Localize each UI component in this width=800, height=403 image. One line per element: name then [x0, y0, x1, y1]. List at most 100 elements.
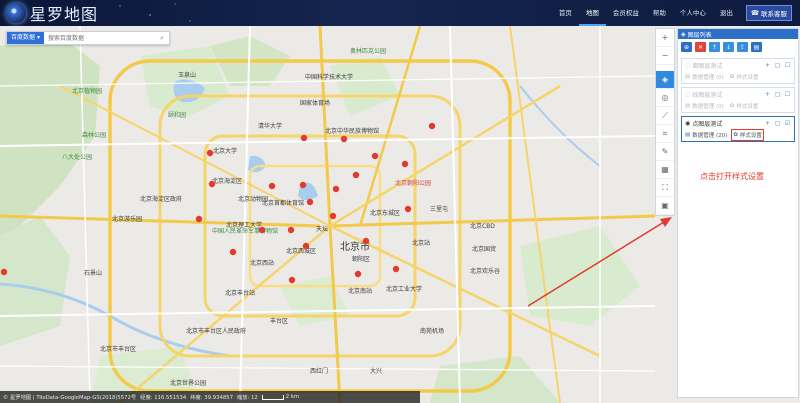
- layer-row: ◌ 面图层测试 + ▢ ☐: [682, 59, 794, 71]
- zoom-out-icon[interactable]: −: [656, 47, 674, 65]
- map-status-bar: © 星罗地图 | TileData-GoogleMap-GS(2018)5572…: [0, 391, 420, 403]
- map-point-marker: [306, 198, 314, 206]
- move-up-icon[interactable]: ↑: [709, 42, 720, 52]
- table-view-icon[interactable]: ▤: [751, 42, 762, 52]
- edit-icon[interactable]: ▢: [774, 91, 781, 98]
- search-input[interactable]: [44, 32, 155, 44]
- add-feature-icon[interactable]: +: [764, 62, 771, 69]
- map-point-marker: [392, 265, 400, 273]
- visibility-toggle-icon[interactable]: ◌: [685, 91, 690, 98]
- screenshot-icon[interactable]: ▣: [656, 197, 674, 215]
- data-management-label: 数据管理 (0): [692, 104, 724, 110]
- edit-icon[interactable]: ▢: [774, 120, 781, 127]
- map-point-marker: [299, 181, 307, 189]
- map-point-marker: [404, 205, 412, 213]
- table-icon: ▤: [685, 132, 691, 138]
- map-point-marker: [288, 276, 296, 284]
- map-point-marker: [329, 212, 337, 220]
- import-icon[interactable]: ⇪: [737, 42, 748, 52]
- map-point-marker: [208, 180, 216, 188]
- scale-bar: 2 km: [261, 394, 300, 400]
- nav-map[interactable]: 地图: [578, 0, 606, 26]
- scale-label: 2 km: [285, 394, 300, 400]
- add-feature-icon[interactable]: +: [764, 91, 771, 98]
- layer-item-polygon[interactable]: ◌ 面图层测试 + ▢ ☐ ▤ 数据管理 (0) ✿ 样式设置: [681, 58, 795, 84]
- map-point-marker: [362, 237, 370, 245]
- map-point-marker: [371, 152, 379, 160]
- add-layer-icon[interactable]: ⊕: [681, 42, 692, 52]
- map-point-marker: [195, 215, 203, 223]
- panel-toolbar: ⊕ ✕ ↑ ↓ ⇪ ▤: [678, 39, 798, 55]
- layer-name: 点图层测试: [692, 120, 723, 128]
- zoom-in-icon[interactable]: +: [656, 29, 674, 47]
- top-navigation-bar: 星罗地图 首页 地图 会员权益 帮助 个人中心 退出 ☎ 联系客服: [0, 0, 800, 26]
- palette-icon: ✿: [729, 103, 735, 109]
- data-source-dropdown[interactable]: 百度数据 ▾: [7, 32, 45, 44]
- style-settings-button[interactable]: ✿ 样式设置: [730, 73, 759, 81]
- select-checkbox-icon[interactable]: ☐: [784, 91, 791, 98]
- eye-icon[interactable]: ◉: [685, 120, 690, 127]
- locate-icon[interactable]: ◎: [656, 89, 674, 107]
- annotation-arrow-head: [660, 217, 672, 227]
- panel-header: ◈ 图层列表: [678, 29, 798, 39]
- map-point-marker: [0, 268, 8, 276]
- layer-row: ◌ 线图层测试 + ▢ ☐: [682, 88, 794, 100]
- map-point-marker: [258, 226, 266, 234]
- layer-item-line[interactable]: ◌ 线图层测试 + ▢ ☐ ▤ 数据管理 (0) ✿ 样式设置: [681, 87, 795, 113]
- contact-support-button[interactable]: ☎ 联系客服: [745, 5, 792, 21]
- annotation-text: 点击打开样式设置: [700, 172, 764, 181]
- layer-row: ◉ 点图层测试 + ▢ ☑: [682, 117, 794, 129]
- data-management-button[interactable]: ▤ 数据管理 (0): [685, 102, 724, 110]
- nav-profile[interactable]: 个人中心: [673, 0, 713, 26]
- crop-icon[interactable]: ⌗: [656, 125, 674, 143]
- visibility-toggle-icon[interactable]: ◌: [685, 62, 690, 69]
- layer-name: 面图层测试: [692, 62, 723, 70]
- layer-name: 线图层测试: [692, 91, 723, 99]
- nav-logout[interactable]: 退出: [713, 0, 740, 26]
- delete-layer-icon[interactable]: ✕: [695, 42, 706, 52]
- nav-membership[interactable]: 会员权益: [606, 0, 646, 26]
- data-source-label: 百度数据: [11, 34, 36, 41]
- layer-sub-actions: ▤ 数据管理 (20) ✿ 样式设置: [682, 129, 794, 141]
- map-point-marker: [428, 122, 436, 130]
- layer-list-panel: ◈ 图层列表 ⊕ ✕ ↑ ↓ ⇪ ▤ ◌ 面图层测试 + ▢ ☐ ▤ 数据管理 (…: [677, 28, 799, 398]
- measure-ruler-icon[interactable]: ⟋: [656, 107, 674, 125]
- style-settings-label: 样式设置: [736, 75, 759, 81]
- layer-sub-actions: ▤ 数据管理 (0) ✿ 样式设置: [682, 100, 794, 112]
- nav-help[interactable]: 帮助: [646, 0, 673, 26]
- move-down-icon[interactable]: ↓: [723, 42, 734, 52]
- app-logo[interactable]: 星罗地图: [6, 2, 98, 24]
- layer-actions: + ▢ ☐: [764, 91, 791, 98]
- select-checkbox-icon[interactable]: ☑: [784, 120, 791, 127]
- map-point-marker: [401, 160, 409, 168]
- style-settings-label: 样式设置: [739, 133, 762, 139]
- style-settings-button[interactable]: ✿ 样式设置: [731, 129, 764, 141]
- data-management-button[interactable]: ▤ 数据管理 (20): [685, 131, 727, 139]
- map-canvas[interactable]: 北京植物园 森林公园 八大处公园 玉泉山 颐和园 中国科学技术大学 奥林匹克公园…: [0, 26, 800, 403]
- data-management-button[interactable]: ▤ 数据管理 (0): [685, 73, 724, 81]
- map-point-marker: [229, 248, 237, 256]
- nav-home[interactable]: 首页: [552, 0, 579, 26]
- layer-item-point[interactable]: ◉ 点图层测试 + ▢ ☑ ▤ 数据管理 (20) ✿ 样式设置: [681, 116, 795, 142]
- edit-icon[interactable]: ▢: [774, 62, 781, 69]
- palette-icon: ✿: [729, 74, 735, 80]
- palette-icon: ✿: [733, 132, 738, 138]
- map-point-marker: [354, 270, 362, 278]
- layers-icon[interactable]: ◈: [656, 71, 674, 89]
- style-settings-button[interactable]: ✿ 样式设置: [730, 102, 759, 110]
- data-management-label: 数据管理 (20): [692, 133, 728, 139]
- draw-tool-icon[interactable]: ✎: [656, 143, 674, 161]
- layer-sub-actions: ▤ 数据管理 (0) ✿ 样式设置: [682, 71, 794, 83]
- chevron-down-icon: ▾: [37, 34, 41, 41]
- contact-support-label: 联系客服: [761, 10, 787, 18]
- search-icon[interactable]: ⌕: [155, 32, 169, 44]
- map-point-marker: [268, 182, 276, 190]
- map-point-marker: [332, 185, 340, 193]
- select-checkbox-icon[interactable]: ☐: [784, 62, 791, 69]
- annotation-arrow-line: [527, 221, 665, 307]
- chart-icon[interactable]: ▦: [656, 161, 674, 179]
- longitude-readout: 经度: 116.551534: [140, 395, 187, 401]
- fullscreen-icon[interactable]: ⛶: [656, 179, 674, 197]
- style-settings-label: 样式设置: [736, 104, 759, 110]
- add-feature-icon[interactable]: +: [764, 120, 771, 127]
